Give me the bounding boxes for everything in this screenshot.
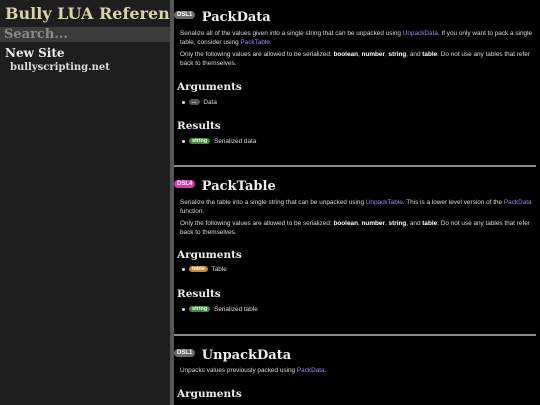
arguments-heading: Arguments bbox=[177, 388, 242, 400]
desc-text: Unpacks values previously packed using bbox=[180, 367, 297, 374]
argument-label: Table bbox=[211, 266, 227, 273]
arguments-heading: Arguments bbox=[177, 81, 242, 93]
value-type: number bbox=[361, 220, 385, 227]
function-description: Serialize the table into a single string… bbox=[180, 199, 538, 216]
desc-text: . This is a lower level version of the bbox=[402, 199, 504, 206]
function-header: DSL1 UnpackData bbox=[174, 346, 291, 364]
sidebar: Bully LUA Reference New Site bullyscript… bbox=[0, 0, 190, 405]
desc-text: Serialize all of the values given into a… bbox=[180, 30, 403, 37]
link-packtable[interactable]: PackTable bbox=[240, 39, 269, 46]
value-type: table bbox=[422, 220, 438, 227]
site-title[interactable]: Bully LUA Reference bbox=[5, 4, 190, 23]
value-type: table bbox=[422, 51, 438, 58]
result-item: string Serialized table bbox=[182, 306, 258, 313]
type-badge: string bbox=[189, 138, 211, 145]
search-input[interactable] bbox=[0, 27, 170, 42]
desc-text: , and bbox=[406, 51, 423, 58]
argument-item: ... Data bbox=[182, 99, 217, 106]
type-badge: table bbox=[189, 266, 208, 273]
desc-text: , and bbox=[406, 220, 423, 227]
value-type: number bbox=[361, 51, 385, 58]
link-unpackdata[interactable]: UnpackData bbox=[403, 30, 438, 37]
result-label: Serialized table bbox=[214, 306, 258, 313]
function-name: PackData bbox=[201, 10, 271, 25]
version-badge: DSL1 bbox=[174, 10, 196, 19]
version-badge: DSL4 bbox=[174, 179, 196, 188]
result-label: Serialized data bbox=[214, 138, 257, 145]
nav-heading: New Site bbox=[5, 46, 65, 60]
function-header: DSL4 PackTable bbox=[174, 177, 276, 195]
results-heading: Results bbox=[177, 120, 221, 132]
function-header: DSL1 PackData bbox=[174, 8, 271, 26]
link-packdata[interactable]: PackData bbox=[504, 199, 532, 206]
bullet-icon bbox=[182, 267, 185, 271]
desc-text: Serialize the table into a single string… bbox=[180, 199, 366, 206]
version-badge: DSL1 bbox=[174, 348, 196, 357]
function-description: Unpacks values previously packed using P… bbox=[180, 367, 538, 376]
desc-text: Only the following values are allowed to… bbox=[180, 220, 334, 227]
function-allowed-values: Only the following values are allowed to… bbox=[180, 220, 538, 237]
link-packdata[interactable]: PackData bbox=[297, 367, 325, 374]
section-divider bbox=[174, 334, 536, 336]
desc-text: function. bbox=[180, 207, 205, 215]
value-type: boolean bbox=[333, 220, 358, 227]
arguments-heading: Arguments bbox=[177, 249, 242, 261]
bullet-icon bbox=[182, 307, 185, 311]
function-name: UnpackData bbox=[201, 348, 292, 363]
link-unpacktable[interactable]: UnpackTable bbox=[366, 199, 403, 206]
main-content: DSL1 PackData Serialize all of the value… bbox=[174, 0, 540, 405]
value-type: string bbox=[388, 220, 407, 227]
function-allowed-values: Only the following values are allowed to… bbox=[180, 51, 538, 68]
section-divider bbox=[174, 165, 536, 167]
value-type: string bbox=[388, 51, 407, 58]
desc-text: . bbox=[324, 367, 327, 374]
nav-link-bullyscripting[interactable]: bullyscripting.net bbox=[10, 62, 110, 73]
argument-label: Data bbox=[203, 99, 217, 106]
function-description: Serialize all of the values given into a… bbox=[180, 30, 538, 47]
value-type: boolean bbox=[333, 51, 358, 58]
function-name: PackTable bbox=[201, 179, 276, 194]
argument-item: table Table bbox=[182, 266, 227, 273]
results-heading: Results bbox=[177, 288, 221, 300]
bullet-icon bbox=[182, 100, 185, 104]
type-badge: ... bbox=[189, 99, 200, 106]
type-badge: string bbox=[189, 306, 211, 313]
desc-text: Only the following values are allowed to… bbox=[180, 51, 334, 58]
desc-text: . bbox=[269, 38, 272, 46]
result-item: string Serialized data bbox=[182, 138, 256, 145]
bullet-icon bbox=[182, 139, 185, 143]
